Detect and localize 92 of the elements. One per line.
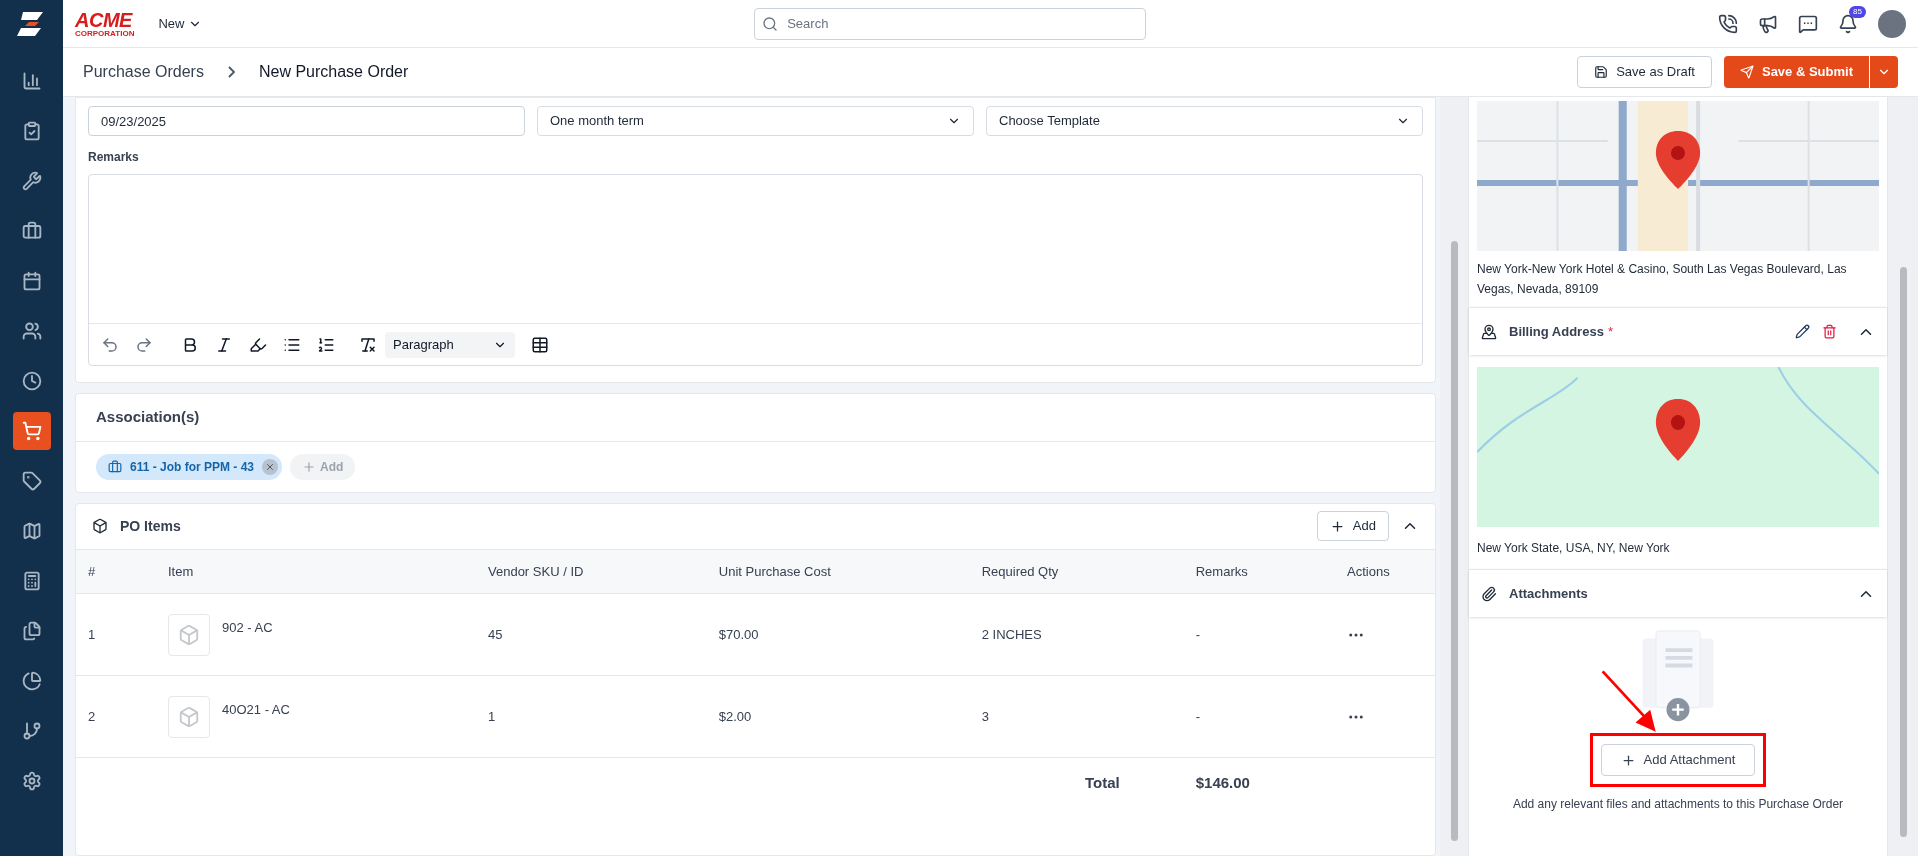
undo-icon[interactable]	[101, 335, 119, 354]
submit-menu-button[interactable]	[1870, 56, 1898, 88]
add-attachment-button[interactable]: Add Attachment	[1601, 744, 1755, 776]
notification-badge: 85	[1849, 5, 1866, 18]
attachments-title: Attachments	[1509, 584, 1588, 603]
plus-icon	[302, 459, 317, 474]
table-cell: 1	[76, 593, 156, 676]
plus-icon	[1620, 752, 1636, 768]
remarks-label: Remarks	[88, 149, 140, 166]
column-header: Remarks	[1183, 549, 1335, 594]
total-label: Total	[969, 757, 1184, 808]
column-header: Unit Purchase Cost	[706, 549, 970, 594]
billing-title: Billing Address	[1509, 322, 1604, 341]
breadcrumb-link[interactable]: Purchase Orders	[83, 60, 204, 84]
calculator-icon	[21, 571, 42, 591]
bell-icon[interactable]	[1838, 13, 1858, 34]
edit-icon[interactable]	[1795, 324, 1810, 339]
table-cell: -	[1183, 675, 1335, 758]
avatar[interactable]	[1878, 9, 1906, 38]
briefcase-icon	[108, 459, 122, 474]
redo-icon[interactable]	[135, 335, 153, 354]
save-submit-button[interactable]: Save & Submit	[1723, 56, 1869, 88]
clear-format-icon[interactable]	[359, 335, 377, 354]
new-menu[interactable]: New	[158, 13, 203, 34]
calendar-icon	[21, 271, 42, 291]
box-icon	[92, 518, 108, 534]
po-items-title: PO Items	[120, 516, 181, 536]
table-cell: 2	[76, 675, 156, 758]
format-select[interactable]: Paragraph	[385, 331, 515, 358]
column-header: Required Qty	[969, 549, 1184, 594]
map-icon	[21, 521, 42, 541]
send-icon	[1739, 65, 1754, 79]
logo-subtext: CORPORATION	[75, 29, 135, 38]
add-item-button[interactable]: Add	[1316, 511, 1389, 541]
files-icon	[21, 621, 42, 641]
page-title: New Purchase Order	[258, 62, 409, 82]
box-icon	[178, 705, 200, 728]
required-mark: *	[1607, 322, 1613, 341]
clipboard-icon	[21, 121, 42, 141]
tools-icon	[21, 171, 42, 191]
associations-title: Association(s)	[76, 394, 1435, 442]
date-field[interactable]: 09/23/2025	[88, 106, 525, 136]
item-name: 40O21 - AC	[222, 700, 290, 719]
chart-icon	[21, 71, 42, 91]
numbered-list-icon[interactable]	[317, 335, 335, 354]
billing-address: New York State, USA, NY, New York	[1477, 540, 1671, 557]
association-tag[interactable]: 611 - Job for PPM - 43	[96, 453, 283, 480]
paperclip-icon	[1481, 585, 1497, 602]
highlighter-icon[interactable]	[249, 335, 267, 354]
column-header: Item	[156, 549, 476, 594]
delete-icon[interactable]	[1822, 324, 1837, 339]
table-cell: 1	[476, 675, 707, 758]
remarks-editor[interactable]: Paragraph	[88, 174, 1423, 366]
map-icon	[1481, 323, 1497, 340]
box-icon	[178, 623, 200, 646]
table-cell: -	[1183, 593, 1335, 676]
table-cell: 2 INCHES	[969, 593, 1184, 676]
term-select[interactable]: One month term	[537, 106, 974, 136]
attachments-hint: Add any relevant files and attachments to this Purchase Order	[1512, 796, 1844, 813]
cart-icon	[21, 421, 42, 441]
italic-icon[interactable]	[215, 335, 233, 354]
total-value: $146.00	[1183, 757, 1335, 808]
branch-icon	[21, 721, 42, 741]
save-icon	[1594, 65, 1609, 79]
table-cell: 3	[969, 675, 1184, 758]
tag-icon	[21, 471, 42, 491]
search-icon	[762, 15, 779, 32]
briefcase-icon	[21, 221, 42, 241]
logo-text: ACME	[75, 9, 134, 30]
remove-icon[interactable]	[262, 458, 279, 475]
phone-icon[interactable]	[1718, 13, 1738, 34]
table-icon[interactable]	[531, 335, 549, 354]
column-header: Vendor SKU / ID	[476, 549, 707, 594]
chat-icon[interactable]	[1798, 13, 1818, 34]
plus-icon	[1329, 518, 1345, 534]
pie-icon	[21, 671, 42, 691]
save-draft-button[interactable]: Save as Draft	[1577, 56, 1712, 88]
table-cell: $2.00	[706, 675, 970, 758]
column-header: Actions	[1335, 549, 1435, 594]
megaphone-icon[interactable]	[1758, 13, 1778, 34]
search-field[interactable]: Search	[754, 7, 1147, 40]
settings-icon	[21, 771, 42, 791]
users-icon	[21, 321, 42, 341]
chevron-icon	[227, 66, 235, 78]
shipping-address: New York-New York Hotel & Casino, South Las Vegas Boulevard, Las Vegas, Nevada, 89109	[1477, 261, 1848, 298]
table-cell: $70.00	[706, 593, 970, 676]
table-cell: 45	[476, 593, 707, 676]
item-name: 902 - AC	[222, 618, 273, 637]
clock-icon	[21, 371, 42, 391]
column-header: #	[76, 549, 156, 594]
sidebar-item[interactable]	[12, 412, 51, 450]
template-select[interactable]: Choose Template	[986, 106, 1423, 136]
